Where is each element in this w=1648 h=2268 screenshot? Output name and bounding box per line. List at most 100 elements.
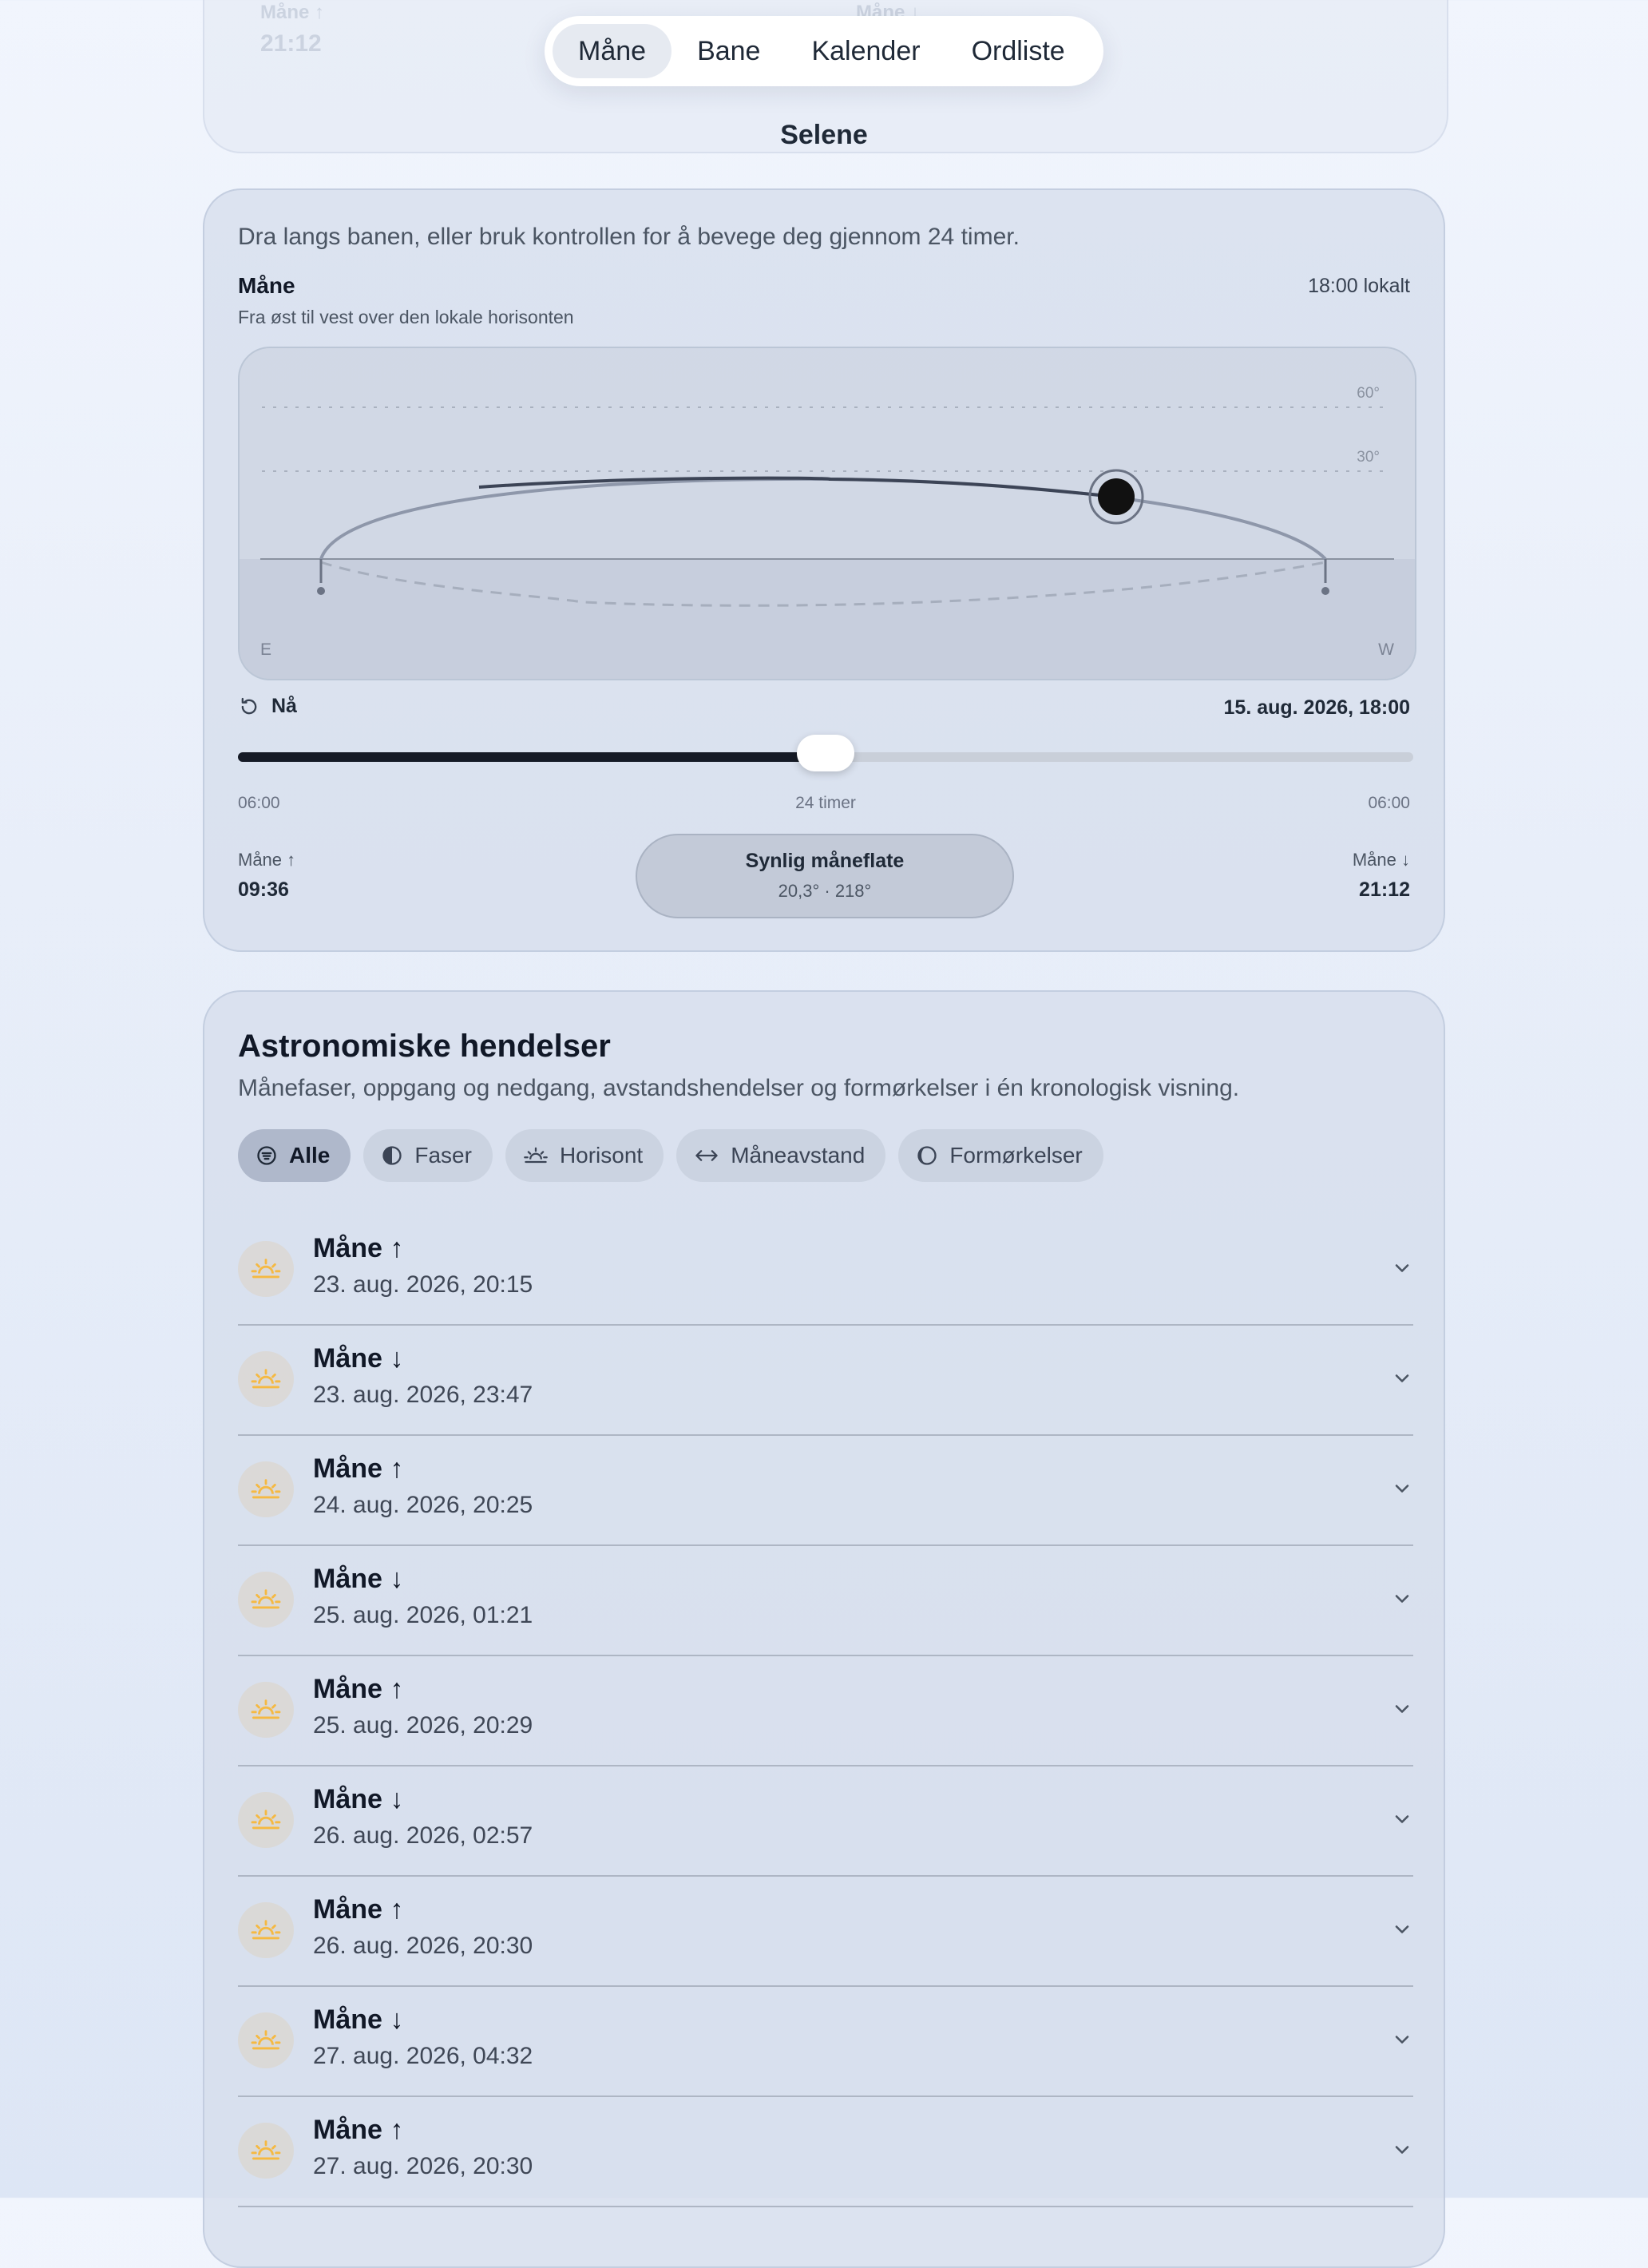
filter-eclipses[interactable]: Formørkelser <box>898 1129 1103 1182</box>
rise-dot <box>317 587 325 595</box>
moon-path-above[interactable] <box>319 477 1327 561</box>
sunrise-icon <box>251 1810 281 1830</box>
event-row[interactable]: Måne ↑ 25. aug. 2026, 20:29 <box>238 1656 1413 1766</box>
filter-phases-label: Faser <box>414 1143 472 1168</box>
sunrise-icon <box>251 1479 281 1499</box>
chevron-down-icon[interactable] <box>1391 1588 1413 1610</box>
filter-distance[interactable]: Måneavstand <box>676 1129 886 1182</box>
sky-path-chart[interactable]: 60° 30° E W <box>238 347 1416 680</box>
tab-mane[interactable]: Måne <box>553 24 672 78</box>
event-date: 27. aug. 2026, 04:32 <box>313 2043 533 2069</box>
grid-label-60: 60° <box>1357 385 1380 402</box>
main-nav: Måne Bane Kalender Ordliste <box>545 16 1103 86</box>
event-row[interactable]: Måne ↓ 26. aug. 2026, 02:57 <box>238 1766 1413 1877</box>
visible-surface-value: 20,3° · 218° <box>778 881 872 901</box>
events-subtitle: Månefaser, oppgang og nedgang, avstandsh… <box>238 1075 1240 1101</box>
event-row[interactable]: Måne ↑ 23. aug. 2026, 20:15 <box>238 1215 1413 1326</box>
event-row[interactable]: Måne ↓ 23. aug. 2026, 23:47 <box>238 1326 1413 1436</box>
slider-end-label: 06:00 <box>1368 794 1410 812</box>
event-badge <box>238 1682 294 1738</box>
time-slider[interactable] <box>238 735 1413 771</box>
events-card: Astronomiske hendelser Månefaser, oppgan… <box>203 990 1445 2268</box>
chevron-down-icon[interactable] <box>1391 1367 1413 1390</box>
object-title: Måne <box>238 273 295 298</box>
events-list: Måne ↑ 23. aug. 2026, 20:15 Måne ↓ 23. aug.… <box>238 1215 1413 2207</box>
eclipse-icon <box>917 1146 937 1165</box>
event-date: 25. aug. 2026, 20:29 <box>313 1712 533 1739</box>
event-row[interactable]: Måne ↓ 25. aug. 2026, 01:21 <box>238 1546 1413 1656</box>
now-button[interactable]: Nå <box>238 695 297 718</box>
chevron-down-icon[interactable] <box>1391 1257 1413 1279</box>
filter-all[interactable]: Alle <box>238 1129 351 1182</box>
tab-bane[interactable]: Bane <box>671 24 786 78</box>
west-label: W <box>1378 640 1394 659</box>
event-date: 27. aug. 2026, 20:30 <box>313 2153 533 2179</box>
double-arrow-icon <box>695 1150 718 1161</box>
event-date: 23. aug. 2026, 23:47 <box>313 1382 533 1408</box>
filter-horizon-label: Horisont <box>559 1143 644 1168</box>
event-row[interactable]: Måne ↑ 27. aug. 2026, 20:30 <box>238 2097 1413 2207</box>
reset-icon <box>241 697 257 714</box>
event-date: 26. aug. 2026, 20:30 <box>313 1933 533 1959</box>
east-label: E <box>260 640 271 659</box>
ghost-rise-time: 21:12 <box>260 30 322 57</box>
visible-surface-title: Synlig måneflate <box>745 850 905 872</box>
chevron-down-icon[interactable] <box>1391 2139 1413 2161</box>
filter-distance-label: Måneavstand <box>731 1143 866 1168</box>
sunrise-icon <box>524 1147 548 1164</box>
sunrise-icon <box>251 1259 281 1279</box>
chevron-down-icon[interactable] <box>1391 1918 1413 1941</box>
instruction-text: Dra langs banen, eller bruk kontrollen f… <box>238 224 1020 250</box>
slider-middle-label: 24 timer <box>795 794 856 812</box>
events-title: Astronomiske hendelser <box>238 1029 611 1064</box>
sunrise-icon <box>251 1589 281 1609</box>
filter-phases[interactable]: Faser <box>363 1129 493 1182</box>
event-title: Måne ↑ <box>313 1674 404 1704</box>
event-title: Måne ↓ <box>313 1784 404 1814</box>
event-badge <box>238 2012 294 2068</box>
filter-eclipses-label: Formørkelser <box>949 1143 1083 1168</box>
chevron-down-icon[interactable] <box>1391 1808 1413 1830</box>
filter-icon <box>257 1146 276 1165</box>
filter-horizon[interactable]: Horisont <box>505 1129 664 1182</box>
event-badge <box>238 1792 294 1848</box>
moonset-label: Måne ↓ <box>1352 850 1410 870</box>
event-date: 23. aug. 2026, 20:15 <box>313 1271 533 1298</box>
moon-icon[interactable] <box>1098 478 1135 515</box>
slider-thumb[interactable] <box>797 735 854 771</box>
tab-ordliste[interactable]: Ordliste <box>946 24 1091 78</box>
event-title: Måne ↑ <box>313 2115 404 2145</box>
chevron-down-icon[interactable] <box>1391 1477 1413 1500</box>
moonrise-time: 09:36 <box>238 878 289 901</box>
app-title: Selene <box>780 120 868 150</box>
ghost-rise-label: Måne ↑ <box>260 2 325 23</box>
event-date: 25. aug. 2026, 01:21 <box>313 1602 533 1628</box>
tab-kalender[interactable]: Kalender <box>786 24 945 78</box>
grid-label-30: 30° <box>1357 449 1380 466</box>
moonset-time: 21:12 <box>1359 878 1410 901</box>
event-title: Måne ↓ <box>313 1564 404 1594</box>
chevron-down-icon[interactable] <box>1391 1698 1413 1720</box>
filter-all-label: Alle <box>289 1143 331 1168</box>
chevron-down-icon[interactable] <box>1391 2028 1413 2051</box>
filter-chips: Alle Faser Horisont Måneavstand Formørke… <box>238 1129 1116 1182</box>
set-dot <box>1321 587 1329 595</box>
sunrise-icon <box>251 2030 281 2050</box>
event-badge <box>238 2123 294 2179</box>
event-row[interactable]: Måne ↑ 24. aug. 2026, 20:25 <box>238 1436 1413 1546</box>
event-date: 26. aug. 2026, 02:57 <box>313 1822 533 1849</box>
event-title: Måne ↑ <box>313 1453 404 1484</box>
visible-surface-button[interactable]: Synlig måneflate 20,3° · 218° <box>636 834 1014 918</box>
object-subtitle: Fra øst til vest over den lokale horison… <box>238 307 574 327</box>
local-time: 18:00 lokalt <box>1308 275 1410 297</box>
half-moon-icon <box>382 1146 402 1165</box>
now-label: Nå <box>271 695 297 717</box>
event-row[interactable]: Måne ↓ 27. aug. 2026, 04:32 <box>238 1987 1413 2097</box>
event-badge <box>238 1902 294 1958</box>
moon-path-card: Dra langs banen, eller bruk kontrollen f… <box>203 188 1445 952</box>
event-badge <box>238 1461 294 1517</box>
event-title: Måne ↓ <box>313 1343 404 1374</box>
sunrise-icon <box>251 1369 281 1389</box>
event-row[interactable]: Måne ↑ 26. aug. 2026, 20:30 <box>238 1877 1413 1987</box>
sky-path-svg[interactable]: 60° 30° E W <box>240 348 1415 679</box>
